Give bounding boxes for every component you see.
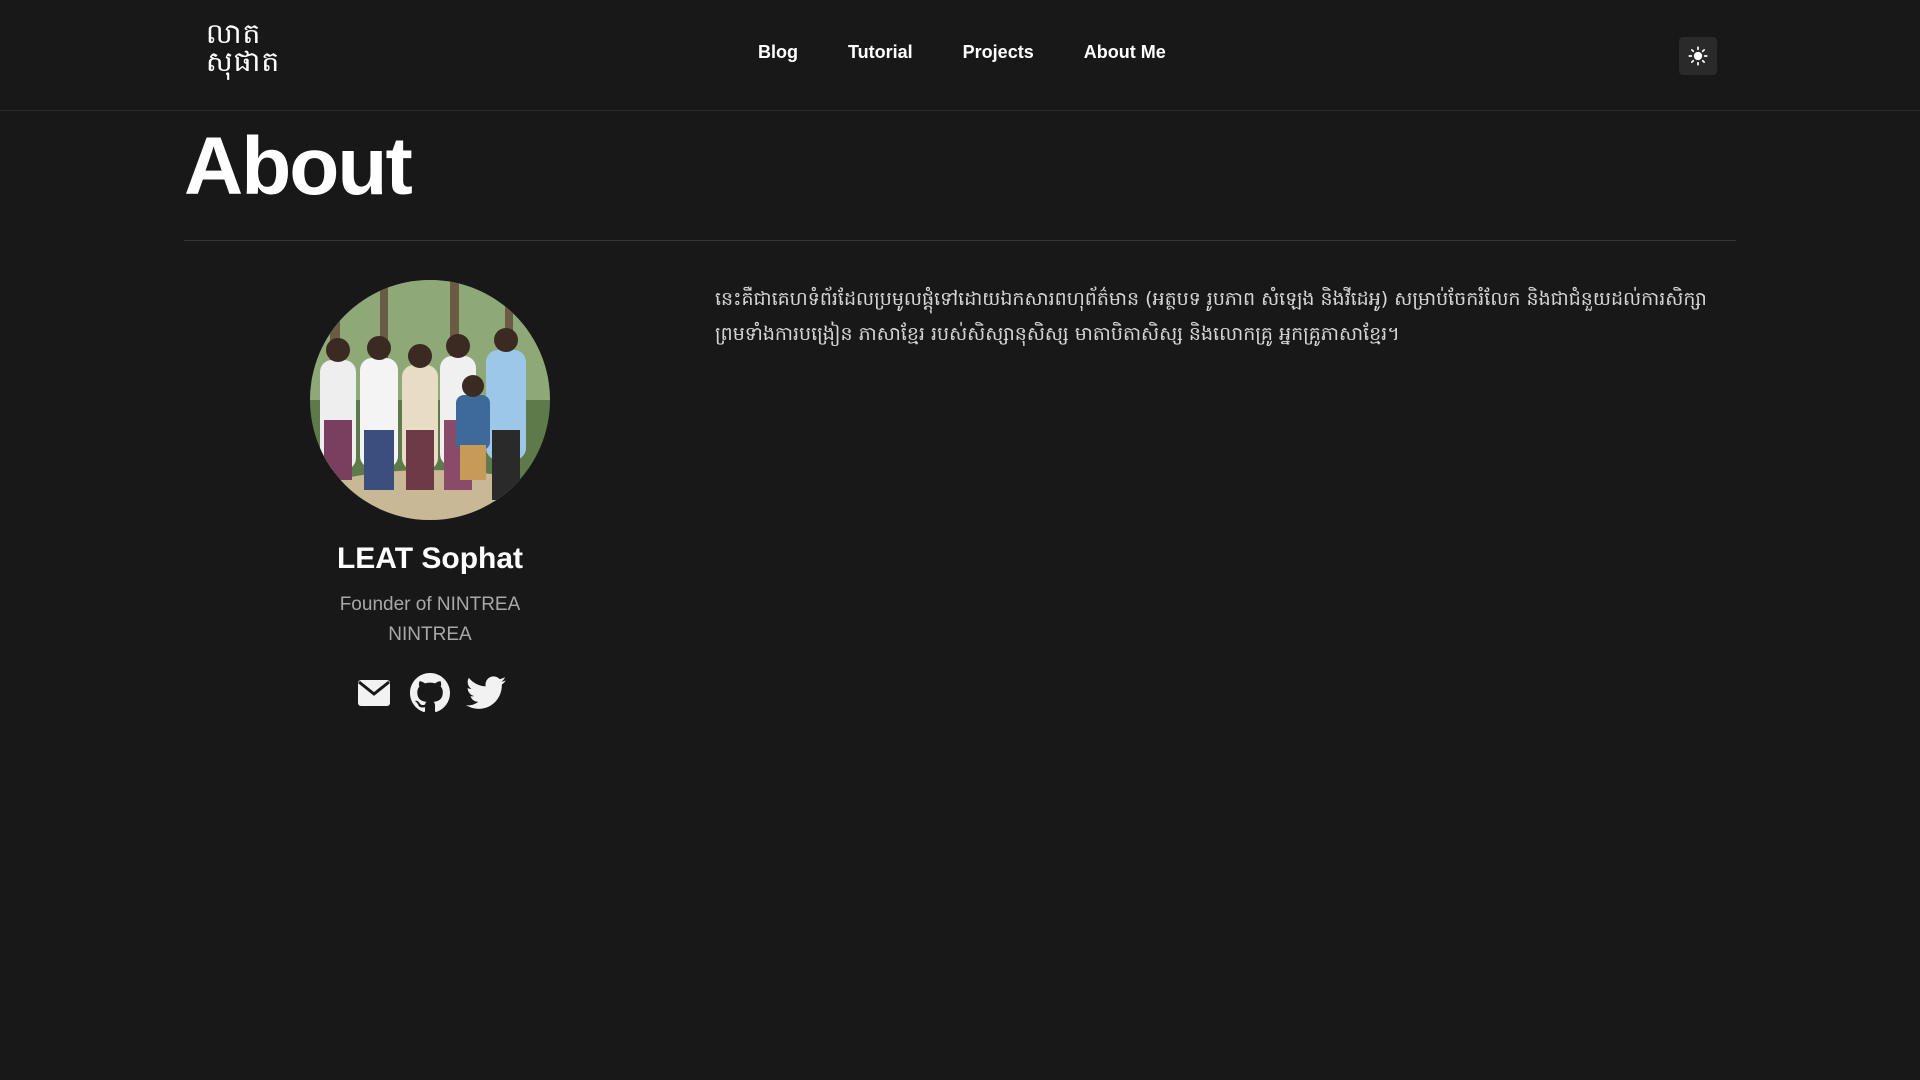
profile-role-line2: NINTREA (388, 624, 472, 645)
page-title: About (184, 121, 413, 212)
about-description: នេះគឺជាគេហទំព័រដែលប្រមូលផ្ដុំទៅដោយឯកសារព… (715, 288, 1707, 345)
nav-projects[interactable]: Projects (963, 42, 1034, 63)
site-header: លាត សុផាត Blog Tutorial Projects About M… (0, 0, 1920, 111)
sun-icon (1688, 46, 1708, 66)
profile-role-line1: Founder of NINTREA (339, 594, 521, 615)
mail-link[interactable] (353, 672, 395, 714)
avatar (310, 280, 550, 520)
profile-card: LEAT Sophat Founder of NINTREA NINTREA (230, 280, 630, 714)
mail-icon (358, 680, 390, 706)
twitter-icon (466, 676, 506, 709)
nav-tutorial[interactable]: Tutorial (848, 42, 913, 63)
nav-blog[interactable]: Blog (758, 42, 798, 63)
avatar-photo (310, 280, 550, 520)
title-divider (184, 240, 1736, 241)
site-logo[interactable]: លាត សុផាត (206, 20, 282, 80)
nav-about-me[interactable]: About Me (1084, 42, 1166, 63)
theme-toggle-button[interactable] (1679, 37, 1717, 75)
profile-name: LEAT Sophat (336, 542, 524, 575)
github-icon (410, 673, 450, 713)
twitter-link[interactable] (465, 672, 507, 714)
profile-role: Founder of NINTREA NINTREA (230, 590, 630, 650)
social-links (230, 672, 630, 714)
github-link[interactable] (409, 672, 451, 714)
main-nav: Blog Tutorial Projects About Me (758, 42, 1166, 63)
